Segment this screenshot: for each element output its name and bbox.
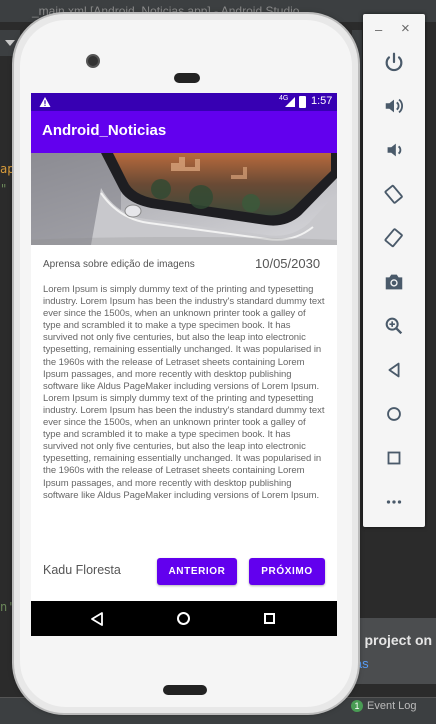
rotate-left-icon (384, 184, 403, 204)
nav-back-icon[interactable] (90, 612, 104, 626)
news-body: Lorem Ipsum is simply dummy text of the … (43, 284, 325, 501)
ide-notification-title: d project on G (352, 632, 436, 648)
news-date: 10/05/2030 (255, 256, 321, 271)
device-screen: 4G 1:57 Android_Noticias Aprensa sobre e… (31, 93, 337, 636)
home-icon (387, 407, 401, 421)
volume-up-button[interactable] (373, 88, 415, 124)
overview-button[interactable] (373, 440, 415, 476)
news-image (31, 153, 337, 245)
more-button[interactable] (373, 484, 415, 520)
minimize-button[interactable]: – (375, 22, 382, 37)
power-icon (385, 52, 403, 72)
ide-code-fragment: " (0, 182, 8, 196)
rotate-left-button[interactable] (373, 176, 415, 212)
rotate-right-icon (384, 228, 403, 248)
bottom-speaker (163, 685, 207, 695)
emulator-panel-header: – × (363, 14, 425, 44)
event-log-count-badge: 1 (351, 700, 363, 712)
more-icon (386, 500, 402, 504)
next-button[interactable]: PRÓXIMO (249, 558, 325, 585)
app-bar: Android_Noticias (31, 111, 337, 153)
phone-photo-illustration (31, 153, 337, 245)
previous-button[interactable]: ANTERIOR (157, 558, 237, 585)
news-author: Kadu Floresta (43, 563, 121, 577)
status-time: 1:57 (311, 95, 333, 107)
app-title: Android_Noticias (42, 122, 167, 139)
ide-code-fragment: n' (0, 600, 15, 614)
home-button[interactable] (373, 396, 415, 432)
overview-icon (387, 451, 401, 465)
nav-home-icon[interactable] (177, 612, 190, 625)
zoom-icon (385, 317, 403, 335)
front-camera (86, 54, 100, 68)
volume-up-icon (385, 98, 403, 114)
back-icon (388, 362, 400, 378)
camera-icon (385, 274, 403, 290)
screenshot-button[interactable] (373, 264, 415, 300)
chevron-down-icon (5, 40, 15, 46)
close-button[interactable]: × (401, 20, 410, 37)
event-log-button[interactable]: Event Log (367, 700, 417, 712)
power-button[interactable] (373, 44, 415, 80)
warning-icon (39, 97, 51, 107)
battery-icon (299, 96, 306, 108)
earpiece-speaker (174, 73, 200, 83)
back-button[interactable] (373, 352, 415, 388)
emulator-control-panel: – × (363, 14, 425, 527)
rotate-right-button[interactable] (373, 220, 415, 256)
ide-code-fragment: ap (0, 162, 15, 176)
zoom-button[interactable] (373, 308, 415, 344)
news-caption: Aprensa sobre edição de imagens (43, 259, 195, 270)
volume-down-button[interactable] (373, 132, 415, 168)
volume-down-icon (387, 143, 402, 157)
android-navigation-bar (31, 601, 337, 636)
nav-recents-icon[interactable] (264, 613, 275, 624)
android-status-bar: 4G 1:57 (31, 93, 337, 111)
ide-notification-balloon[interactable] (350, 618, 436, 684)
signal-icon (285, 97, 295, 107)
